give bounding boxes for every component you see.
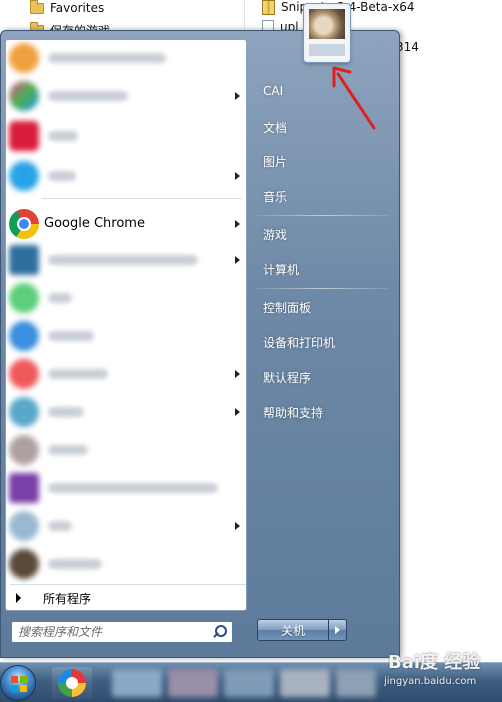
right-item-label: 文档 — [263, 120, 288, 135]
app-icon — [9, 245, 39, 275]
user-picture[interactable] — [304, 4, 350, 62]
app-icon — [9, 43, 39, 73]
submenu-arrow-icon[interactable] — [235, 220, 240, 228]
search-input[interactable] — [12, 622, 210, 642]
taskbar-app-button[interactable] — [168, 669, 218, 697]
right-item-games[interactable]: 游戏 — [257, 222, 393, 246]
right-item-music[interactable]: 音乐 — [257, 184, 393, 208]
right-item-devices-printers[interactable]: 设备和打印机 — [257, 330, 393, 354]
right-item-computer[interactable]: 计算机 — [257, 257, 393, 281]
right-separator — [257, 215, 389, 216]
right-item-label: 游戏 — [263, 227, 288, 242]
right-item-help-support[interactable]: 帮助和支持 — [257, 400, 393, 424]
cat-photo — [309, 9, 345, 39]
right-separator — [257, 288, 389, 289]
app-icon — [9, 81, 39, 111]
right-item-label: 默认程序 — [263, 370, 312, 385]
app-icon — [9, 161, 39, 191]
program-item[interactable] — [6, 548, 246, 580]
right-item-default-programs[interactable]: 默认程序 — [257, 365, 393, 389]
program-item[interactable] — [6, 396, 246, 428]
right-item-control-panel[interactable]: 控制面板 — [257, 295, 393, 319]
all-programs-button[interactable]: 所有程序 — [10, 588, 246, 608]
shutdown-label: 关机 — [280, 623, 305, 638]
submenu-arrow-icon[interactable] — [235, 408, 240, 416]
annotation-arrow-icon — [332, 66, 376, 130]
program-item[interactable] — [6, 160, 246, 192]
star-folder-icon — [30, 0, 44, 14]
start-button[interactable] — [0, 665, 36, 701]
submenu-arrow-icon[interactable] — [235, 370, 240, 378]
shutdown-button[interactable]: 关机 — [257, 619, 329, 641]
search-box[interactable] — [11, 621, 233, 643]
taskbar-app-button[interactable] — [112, 669, 162, 697]
app-icon — [9, 283, 39, 313]
arrow-right-icon — [16, 593, 21, 603]
app-icon — [9, 359, 39, 389]
right-item-label: 计算机 — [263, 262, 300, 277]
program-item[interactable] — [6, 80, 246, 112]
watermark-url: jingyan.baidu.com — [384, 676, 477, 687]
app-icon — [9, 549, 39, 579]
program-item[interactable] — [6, 42, 246, 74]
app-icon — [9, 321, 39, 351]
right-item-pictures[interactable]: 图片 — [257, 149, 393, 173]
program-label: Google Chrome — [44, 216, 145, 231]
app-icon — [9, 397, 39, 427]
submenu-arrow-icon[interactable] — [235, 92, 240, 100]
right-item-label: 设备和打印机 — [263, 335, 336, 350]
program-item[interactable] — [6, 320, 246, 352]
program-item[interactable] — [6, 434, 246, 466]
program-item[interactable] — [6, 282, 246, 314]
app-logo-icon — [58, 669, 86, 697]
windows-logo-icon — [11, 676, 27, 692]
watermark: Bai度 经验 jingyan.baidu.com — [384, 648, 481, 687]
program-item[interactable] — [6, 472, 246, 504]
program-item[interactable] — [6, 244, 246, 276]
shutdown-options-button[interactable] — [329, 619, 347, 641]
right-item-label: CAI — [263, 84, 284, 98]
all-programs-label: 所有程序 — [43, 591, 92, 606]
right-item-label: 音乐 — [263, 189, 288, 204]
favorites-label: Favorites — [50, 1, 105, 15]
app-icon — [9, 473, 39, 503]
all-programs-separator — [10, 584, 246, 585]
right-item-label: 图片 — [263, 154, 288, 169]
program-item[interactable] — [6, 358, 246, 390]
submenu-arrow-icon[interactable] — [235, 522, 240, 530]
taskbar-app-button[interactable] — [336, 669, 376, 697]
search-icon[interactable] — [210, 623, 228, 641]
user-name-strip — [309, 44, 345, 56]
app-icon — [9, 511, 39, 541]
right-item-label: 帮助和支持 — [263, 405, 324, 420]
programs-pane: Google Chrome 所有程序 — [5, 39, 247, 611]
program-item[interactable] — [6, 120, 246, 152]
submenu-arrow-icon[interactable] — [235, 172, 240, 180]
favorites-item[interactable]: Favorites — [30, 0, 104, 16]
chrome-icon — [9, 209, 39, 239]
program-item-google-chrome[interactable]: Google Chrome — [6, 208, 246, 240]
program-item[interactable] — [6, 510, 246, 542]
app-icon — [9, 435, 39, 465]
archive-icon — [262, 0, 275, 15]
pinned-separator — [42, 198, 242, 199]
taskbar-app-button[interactable] — [280, 669, 330, 697]
taskbar-app-button[interactable] — [224, 669, 274, 697]
watermark-logo: Bai度 经验 — [388, 652, 481, 673]
submenu-arrow-icon[interactable] — [235, 256, 240, 264]
taskbar-app-button[interactable] — [52, 667, 92, 699]
app-icon — [9, 121, 39, 151]
right-item-label: 控制面板 — [263, 300, 312, 315]
